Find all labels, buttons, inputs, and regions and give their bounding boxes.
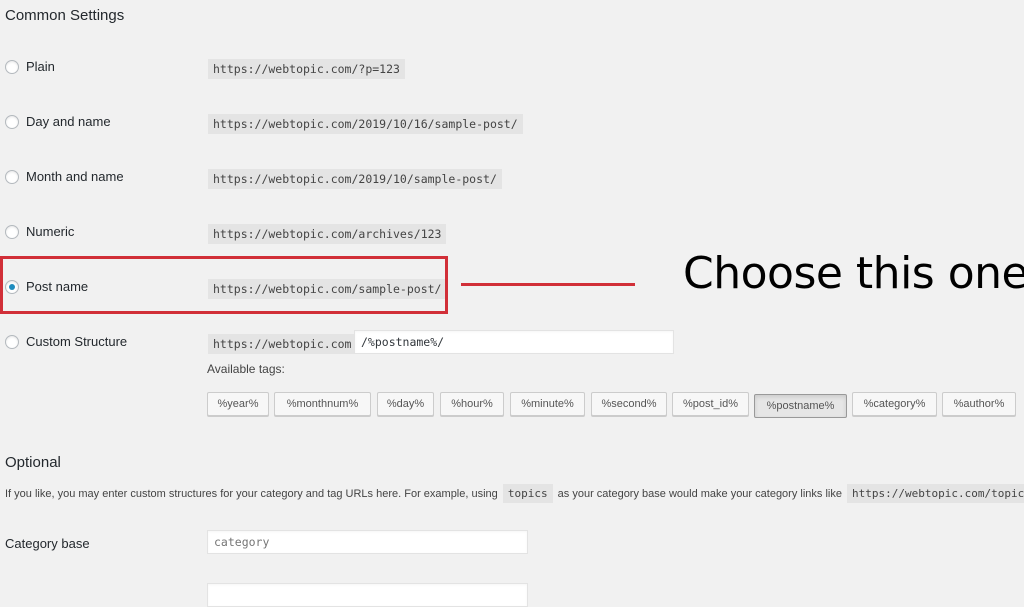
option-label: Month and name [26,169,124,184]
radio-numeric[interactable] [5,225,19,239]
tag-button-monthnum[interactable]: %monthnum% [274,392,371,416]
example-url: https://webtopic.com/2019/10/sample-post… [208,169,502,189]
option-label: Numeric [26,224,75,239]
tag-button-hour[interactable]: %hour% [440,392,504,416]
annotation-pointer-line [461,283,635,286]
option-label: Plain [26,59,55,74]
option-label: Day and name [26,114,111,129]
tag-base-input[interactable] [207,583,528,607]
custom-structure-input[interactable]: /%postname%/ [354,330,674,354]
help-code-example-url: https://webtopic.com/topics/uncategorize… [847,484,1024,503]
tag-button-year[interactable]: %year% [207,392,269,416]
category-base-input[interactable] [207,530,528,554]
tag-button-minute[interactable]: %minute% [510,392,585,416]
example-url: https://webtopic.com/2019/10/16/sample-p… [208,114,523,134]
tag-button-author[interactable]: %author% [942,392,1016,416]
custom-structure-prefix: https://webtopic.com [208,334,357,354]
help-code-topics: topics [502,484,553,503]
tag-button-postname[interactable]: %postname% [754,394,847,418]
help-text-part: If you like, you may enter custom struct… [5,488,498,500]
radio-day-and-name[interactable] [5,115,19,129]
category-base-label: Category base [5,536,90,551]
tag-button-day[interactable]: %day% [377,392,434,416]
option-label: Custom Structure [26,334,128,349]
annotation-callout-text: Choose this one [683,248,1024,299]
common-settings-heading: Common Settings [5,7,125,24]
available-tags-label: Available tags: [207,362,285,376]
post-name-highlight-box [0,256,448,314]
radio-custom-structure[interactable] [5,335,19,349]
optional-help-text: If you like, you may enter custom struct… [5,484,1024,503]
tag-button-second[interactable]: %second% [591,392,667,416]
example-url: https://webtopic.com/?p=123 [208,59,405,79]
help-text-part: as your category base would make your ca… [557,488,842,500]
optional-heading: Optional [5,454,61,471]
tag-button-category[interactable]: %category% [852,392,937,416]
example-url: https://webtopic.com/archives/123 [208,224,447,244]
radio-plain[interactable] [5,60,19,74]
tag-button-post-id[interactable]: %post_id% [672,392,749,416]
radio-month-and-name[interactable] [5,170,19,184]
